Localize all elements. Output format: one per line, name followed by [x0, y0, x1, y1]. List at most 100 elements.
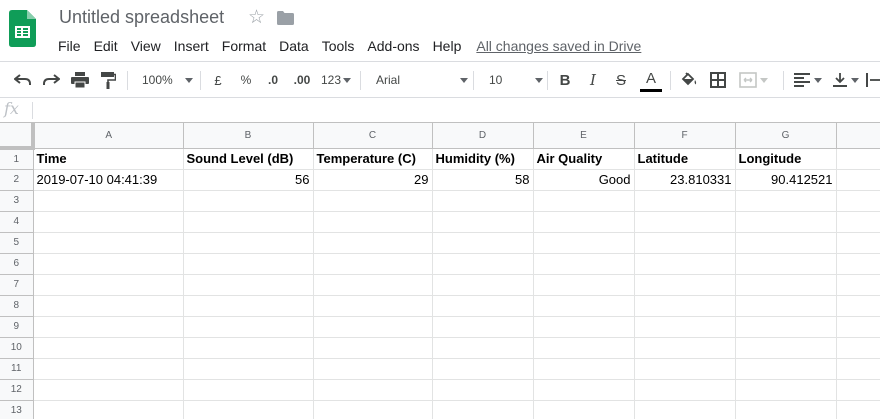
cell[interactable]: [735, 295, 837, 317]
cell[interactable]: [432, 190, 534, 212]
cell[interactable]: [313, 358, 433, 380]
cell[interactable]: [313, 400, 433, 419]
cell[interactable]: [183, 295, 314, 317]
bold-button[interactable]: B: [554, 62, 576, 98]
cell[interactable]: [33, 253, 184, 275]
cell[interactable]: [533, 211, 635, 233]
cell[interactable]: Good: [533, 169, 635, 191]
cell[interactable]: [313, 316, 433, 338]
cell[interactable]: [836, 211, 880, 233]
cell[interactable]: [533, 253, 635, 275]
cell[interactable]: [533, 274, 635, 296]
cell[interactable]: [33, 379, 184, 401]
menu-format[interactable]: Format: [216, 38, 273, 54]
menu-edit[interactable]: Edit: [88, 38, 125, 54]
cell[interactable]: [533, 316, 635, 338]
cell[interactable]: [634, 295, 736, 317]
text-color-button[interactable]: A: [638, 62, 664, 98]
percent-button[interactable]: %: [235, 62, 257, 98]
cell[interactable]: [432, 400, 534, 419]
cell[interactable]: [533, 232, 635, 254]
cell[interactable]: [836, 379, 880, 401]
cell[interactable]: [836, 358, 880, 380]
currency-button[interactable]: £: [207, 62, 229, 98]
cell[interactable]: 2019-07-10 04:41:39: [33, 169, 184, 191]
cell[interactable]: [533, 190, 635, 212]
cell[interactable]: [33, 232, 184, 254]
font-size-select[interactable]: 10: [480, 62, 544, 98]
cell[interactable]: [836, 316, 880, 338]
star-icon[interactable]: ☆: [248, 6, 265, 29]
menu-data[interactable]: Data: [273, 38, 316, 54]
cell[interactable]: [313, 211, 433, 233]
cell[interactable]: [183, 337, 314, 359]
cell[interactable]: 90.412521: [735, 169, 837, 191]
column-header[interactable]: F: [634, 123, 736, 149]
cell[interactable]: [183, 253, 314, 275]
cell[interactable]: [183, 211, 314, 233]
cell[interactable]: [634, 274, 736, 296]
cell[interactable]: [634, 253, 736, 275]
cell[interactable]: [183, 379, 314, 401]
cell[interactable]: [735, 232, 837, 254]
cell[interactable]: [33, 211, 184, 233]
merge-cells-icon[interactable]: [736, 62, 770, 98]
cell[interactable]: [634, 316, 736, 338]
cell[interactable]: [735, 379, 837, 401]
horizontal-align-icon[interactable]: [790, 62, 826, 98]
cell[interactable]: [432, 232, 534, 254]
menu-tools[interactable]: Tools: [316, 38, 362, 54]
cell[interactable]: [533, 400, 635, 419]
cell[interactable]: [836, 295, 880, 317]
increase-decimal-button[interactable]: .00: [289, 62, 315, 98]
undo-icon[interactable]: [10, 62, 36, 98]
cell[interactable]: Latitude: [634, 148, 736, 170]
borders-icon[interactable]: [706, 62, 730, 98]
print-icon[interactable]: [67, 62, 93, 98]
italic-button[interactable]: I: [582, 62, 604, 98]
zoom-select[interactable]: 100%: [134, 62, 196, 98]
menu-file[interactable]: File: [52, 38, 88, 54]
cell[interactable]: [836, 190, 880, 212]
cell[interactable]: [735, 358, 837, 380]
row-header[interactable]: 5: [0, 232, 34, 254]
cell[interactable]: [836, 232, 880, 254]
cell[interactable]: [836, 253, 880, 275]
cell[interactable]: [432, 211, 534, 233]
cell[interactable]: Time: [33, 148, 184, 170]
cell[interactable]: [33, 316, 184, 338]
cell[interactable]: [634, 379, 736, 401]
row-header[interactable]: 8: [0, 295, 34, 317]
cell[interactable]: [33, 400, 184, 419]
cell[interactable]: [735, 400, 837, 419]
menu-insert[interactable]: Insert: [168, 38, 216, 54]
row-header[interactable]: 13: [0, 400, 34, 419]
cell[interactable]: [183, 358, 314, 380]
menu-addons[interactable]: Add-ons: [361, 38, 426, 54]
cell[interactable]: [313, 253, 433, 275]
row-header[interactable]: 6: [0, 253, 34, 275]
row-header[interactable]: 3: [0, 190, 34, 212]
column-header[interactable]: G: [735, 123, 837, 149]
cell[interactable]: [183, 274, 314, 296]
cell[interactable]: [432, 379, 534, 401]
cell[interactable]: [836, 400, 880, 419]
cell[interactable]: [836, 337, 880, 359]
row-header[interactable]: 1: [0, 148, 34, 170]
cell[interactable]: [183, 190, 314, 212]
cell[interactable]: [33, 295, 184, 317]
cell[interactable]: [735, 253, 837, 275]
column-header[interactable]: E: [533, 123, 635, 149]
cell[interactable]: [634, 232, 736, 254]
row-header[interactable]: 10: [0, 337, 34, 359]
cell[interactable]: [432, 337, 534, 359]
cell[interactable]: [735, 337, 837, 359]
row-header[interactable]: 7: [0, 274, 34, 296]
row-header[interactable]: 12: [0, 379, 34, 401]
cell[interactable]: [33, 358, 184, 380]
menu-view[interactable]: View: [125, 38, 168, 54]
cell[interactable]: [735, 190, 837, 212]
cell[interactable]: 56: [183, 169, 314, 191]
cell[interactable]: [634, 211, 736, 233]
cell[interactable]: [735, 211, 837, 233]
